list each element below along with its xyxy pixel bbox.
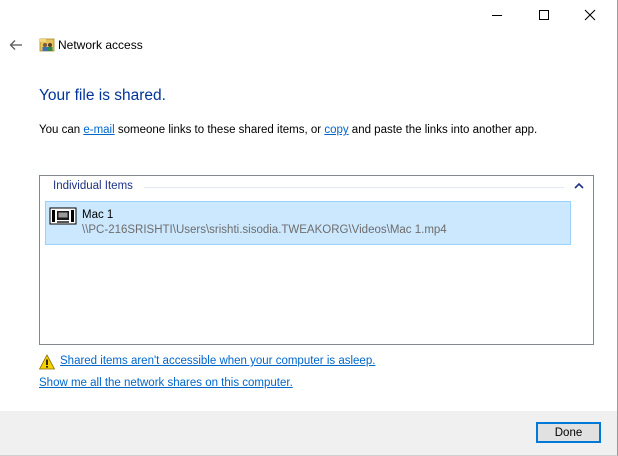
group-divider [144, 187, 564, 188]
maximize-icon [539, 10, 549, 20]
list-item[interactable]: Mac 1 \\PC-216SRISHTI\Users\srishti.siso… [45, 201, 571, 245]
copy-link[interactable]: copy [324, 124, 348, 136]
network-sharing-icon [39, 38, 55, 52]
instruction-middle: someone links to these shared items, or [114, 124, 325, 136]
back-arrow-icon [9, 40, 22, 50]
minimize-icon [492, 15, 502, 16]
chevron-up-icon[interactable] [573, 181, 585, 191]
close-icon [584, 9, 596, 21]
sleep-warning-link[interactable]: Shared items aren't accessible when your… [60, 355, 375, 367]
item-path: \\PC-216SRISHTI\Users\srishti.sisodia.TW… [82, 224, 447, 236]
group-header: Individual Items [53, 180, 133, 192]
warning-icon [39, 354, 55, 370]
done-button[interactable]: Done [536, 422, 601, 443]
page-heading: Your file is shared. [39, 87, 166, 104]
show-network-shares-link[interactable]: Show me all the network shares on this c… [39, 377, 293, 389]
window-title: Network access [58, 38, 143, 52]
instruction-text: You can e-mail someone links to these sh… [39, 124, 537, 136]
footer-bar: Done [0, 411, 617, 455]
email-link[interactable]: e-mail [83, 124, 114, 136]
item-name: Mac 1 [82, 209, 114, 221]
close-button[interactable] [567, 0, 613, 30]
network-access-window: Network access Your file is shared. You … [0, 0, 618, 456]
instruction-prefix: You can [39, 124, 84, 136]
minimize-button[interactable] [474, 0, 520, 30]
video-file-icon [49, 207, 77, 225]
maximize-button[interactable] [521, 0, 567, 30]
shared-items-list[interactable]: Individual Items Mac 1 \\PC-216SRISHTI\U… [39, 175, 594, 345]
instruction-suffix: and paste the links into another app. [348, 124, 538, 136]
back-button[interactable] [5, 35, 27, 55]
